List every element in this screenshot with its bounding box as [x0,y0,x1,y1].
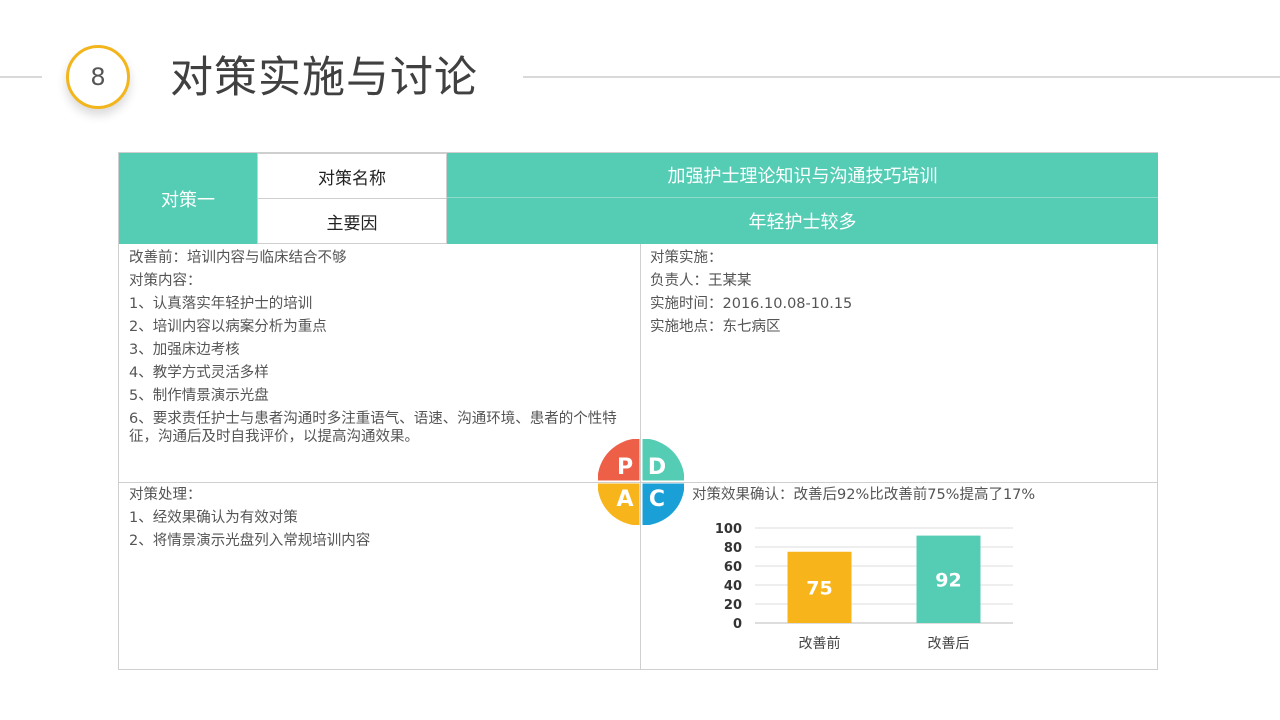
cause-value: 年轻护士较多 [447,198,1158,244]
pdca-letter-a: A [616,487,633,512]
do-line: 对策实施： [650,250,723,266]
act-line: 对策处理： [129,487,202,503]
plan-line: 3、加强床边考核 [129,342,240,358]
page-title: 对策实施与讨论 [170,53,478,103]
pdca-wheel-icon: PDAC [598,439,684,525]
effect-bar-chart: 0 20 40 60 80 100 75 改善前 92 改善后 [700,518,1030,658]
y-tick-label: 60 [724,560,742,575]
plan-line: 6、要求责任护士与患者沟通时多注重语气、语速、沟通环境、患者的个性特征，沟通后及… [129,411,617,445]
bar-value-label: 92 [935,569,961,591]
do-section: 对策实施： 负责人：王某某 实施时间：2016.10.08-10.15 实施地点… [650,247,1140,339]
y-tick-label: 40 [724,579,742,594]
name-value: 加强护士理论知识与沟通技巧培训 [447,153,1158,198]
pdca-letter-p: P [617,455,633,480]
act-line: 1、经效果确认为有效对策 [129,510,298,526]
pdca-letter-d: D [648,455,666,480]
cause-label: 主要因 [257,198,447,244]
plan-section: 改善前：培训内容与临床结合不够 对策内容： 1、认真落实年轻护士的培训 2、培训… [129,247,629,446]
x-category-label: 改善后 [928,636,970,652]
plan-line: 改善前：培训内容与临床结合不够 [129,250,347,266]
plan-line: 4、教学方式灵活多样 [129,365,269,381]
check-heading: 对策效果确认：改善后92%比改善前75%提高了17% [692,487,1036,503]
act-section: 对策处理： 1、经效果确认为有效对策 2、将情景演示光盘列入常规培训内容 [129,484,609,553]
do-line: 实施地点：东七病区 [650,319,781,335]
countermeasure-label: 对策一 [119,153,257,244]
y-tick-label: 80 [724,541,742,556]
plan-line: 2、培训内容以病案分析为重点 [129,319,327,335]
plan-line: 1、认真落实年轻护士的培训 [129,296,313,312]
pdca-letter-c: C [649,487,665,512]
y-tick-label: 0 [733,617,742,632]
do-line: 负责人：王某某 [650,273,752,289]
x-category-label: 改善前 [799,635,841,652]
check-section: 对策效果确认：改善后92%比改善前75%提高了17% [692,484,1152,507]
header-rule-right [523,76,1280,78]
do-line: 实施时间：2016.10.08-10.15 [650,296,853,312]
header-rule-left [0,76,42,78]
section-number-badge: 8 [66,45,130,109]
y-tick-label: 100 [715,522,742,537]
name-label: 对策名称 [257,153,447,199]
y-tick-label: 20 [724,598,742,613]
plan-line: 5、制作情景演示光盘 [129,388,269,404]
plan-line: 对策内容： [129,273,202,289]
bar-value-label: 75 [806,577,832,599]
act-line: 2、将情景演示光盘列入常规培训内容 [129,533,371,549]
